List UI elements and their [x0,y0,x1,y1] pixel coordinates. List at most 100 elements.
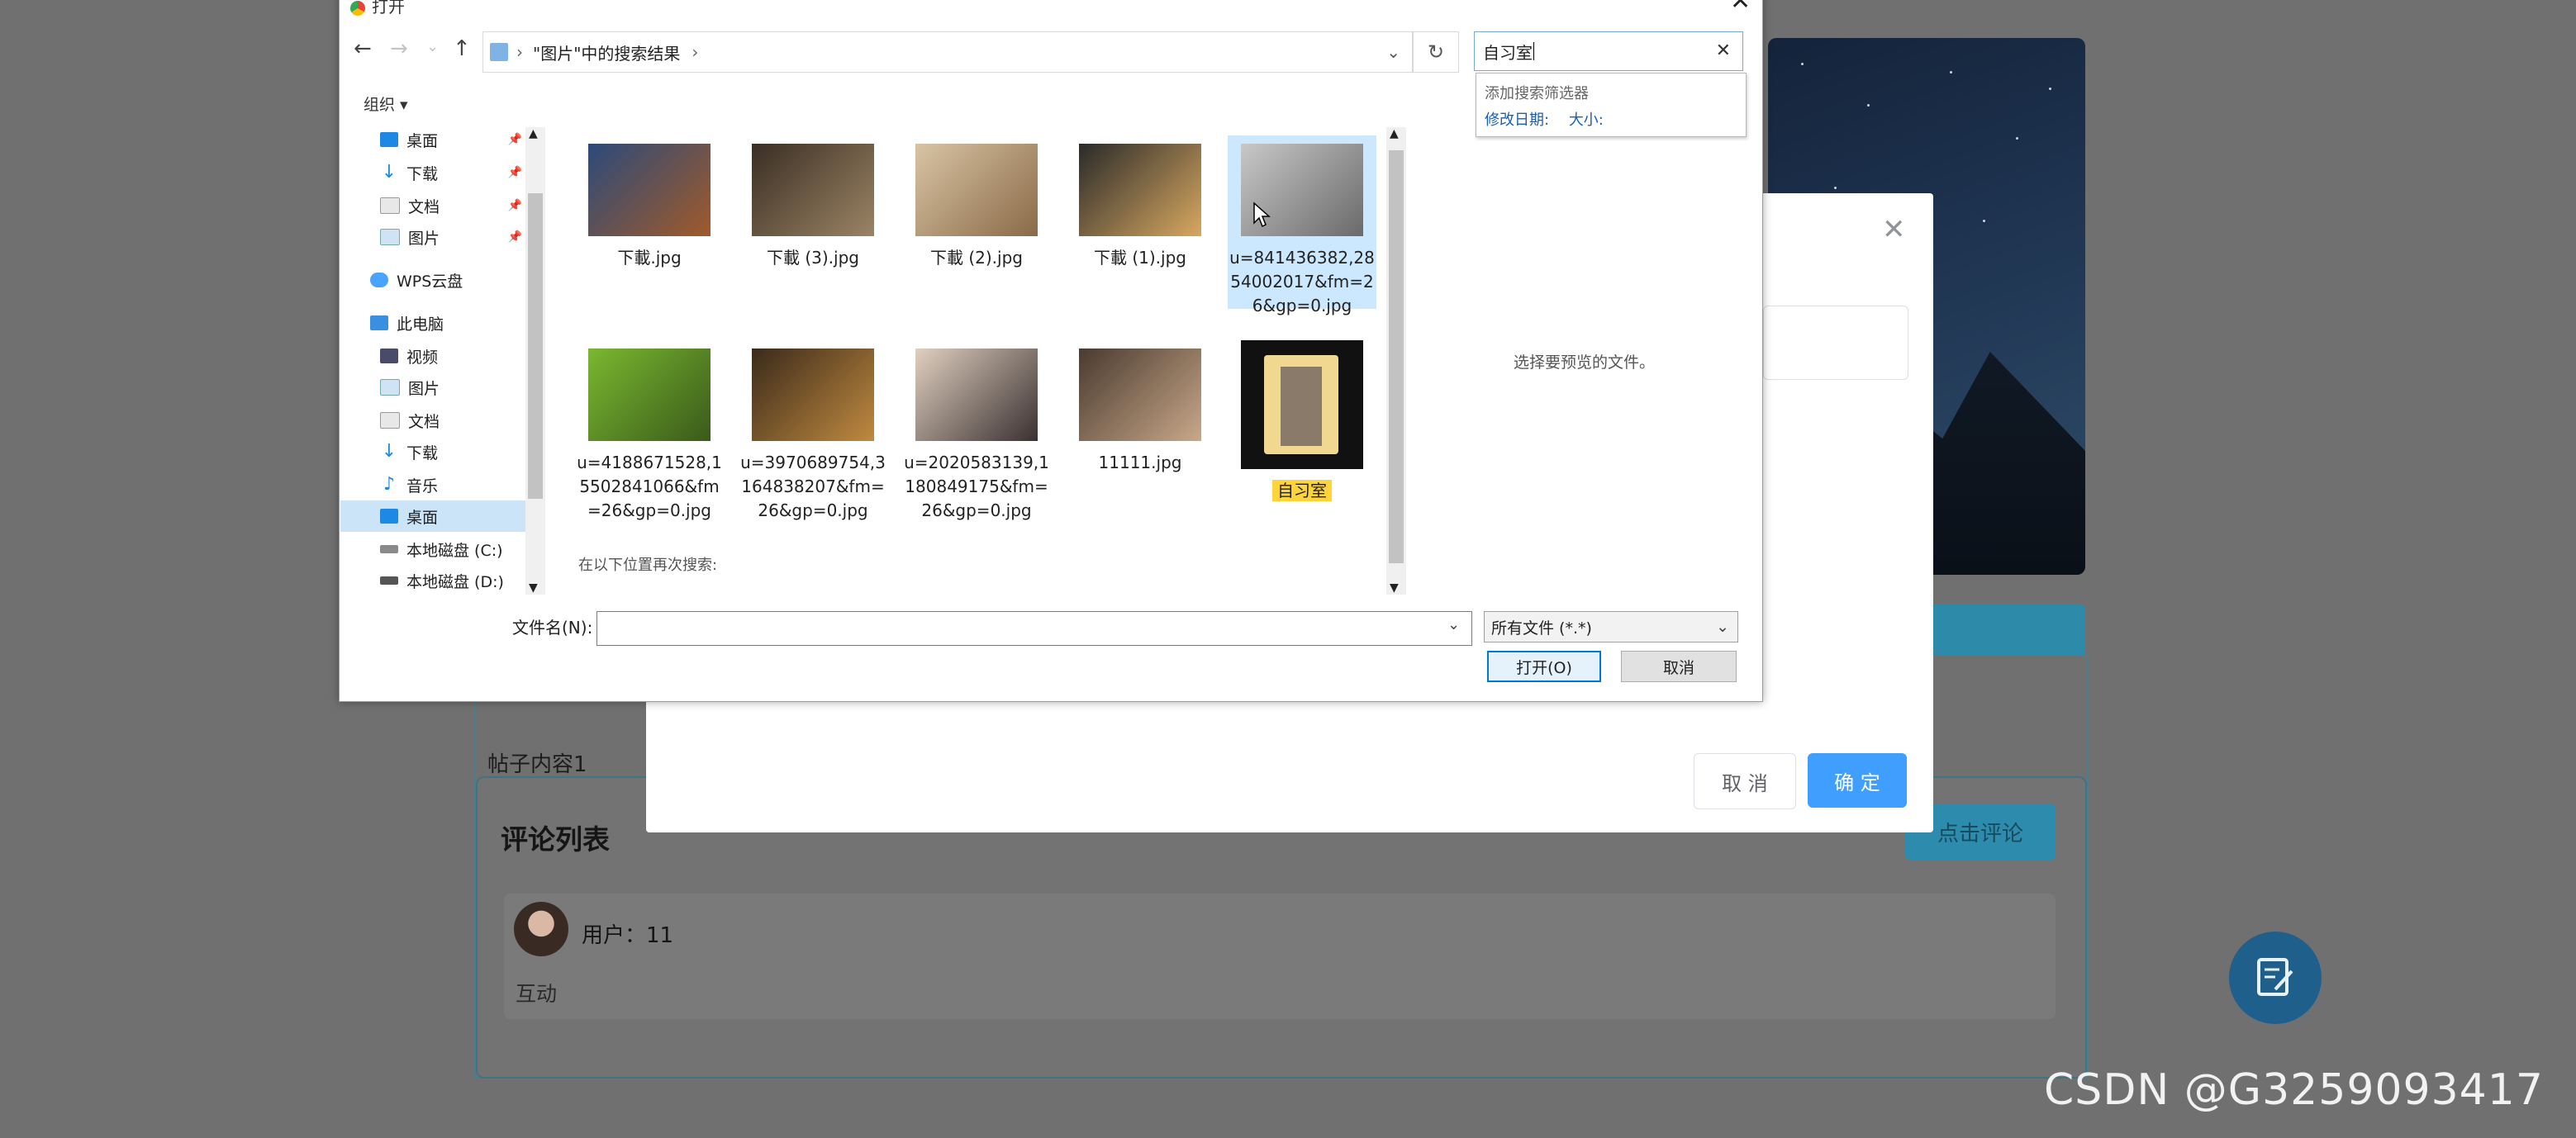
file-item[interactable]: 自习室 [1228,340,1376,535]
mouse-cursor-icon [1253,202,1271,228]
nav-item-downloads-pc[interactable]: ↓ 下载 [340,436,525,467]
nav-label: 本地磁盘 (C:) [406,541,503,560]
dialog-close-icon[interactable]: ✕ [1730,0,1751,16]
image-thumbnail [588,144,711,236]
nav-item-drive-c[interactable]: 本地磁盘 (C:) [340,533,525,565]
forward-arrow-icon[interactable]: → [390,36,408,61]
music-icon: ♪ [383,474,396,495]
filter-size-link[interactable]: 大小: [1569,111,1604,129]
clear-search-icon[interactable]: ✕ [1716,40,1731,61]
preview-placeholder: 选择要预览的文件。 [1514,353,1656,372]
pin-icon: 📌 [507,133,522,146]
search-input[interactable]: 自习室 ✕ [1474,31,1743,71]
image-thumbnail [915,144,1038,236]
file-item[interactable]: 下載 (1).jpg [1066,135,1214,309]
watermark: CSDN @G3259093417 [2044,1065,2544,1115]
file-item[interactable]: u=3970689754,3164838207&fm=26&gp=0.jpg [739,340,887,535]
image-thumbnail [588,349,711,441]
up-arrow-icon[interactable]: ↑ [453,36,471,61]
scroll-up-icon[interactable]: ▲ [529,127,538,140]
image-thumbnail [752,144,874,236]
breadcrumb[interactable]: "图片"中的搜索结果 [533,40,680,64]
nav-scroll-thumb[interactable] [528,193,543,499]
comment-item [504,894,2056,1019]
video-icon [380,349,398,363]
file-scrollbar[interactable]: ▲ ▼ [1386,127,1406,595]
chevron-down-icon[interactable]: ⌄ [426,38,439,55]
open-button[interactable]: 打开(O) [1487,651,1601,682]
modal-cancel-button[interactable]: 取 消 [1694,753,1796,809]
file-item[interactable]: 下載 (3).jpg [739,135,887,309]
file-name: 下載 (2).jpg [930,248,1023,268]
nav-label: WPS云盘 [397,272,463,291]
file-item[interactable]: 11111.jpg [1066,340,1214,535]
cloud-icon [370,273,388,287]
chevron-down-icon[interactable]: ⌄ [1447,616,1460,633]
filetype-select[interactable]: 所有文件 (*.*) ⌄ [1484,611,1738,642]
nav-item-wps-cloud[interactable]: WPS云盘 [340,264,525,296]
close-icon[interactable]: ✕ [1882,213,1906,246]
comment-user: 用户：11 [582,923,674,948]
address-bar[interactable]: › "图片"中的搜索结果 › ⌄ [482,31,1413,73]
scroll-down-icon[interactable]: ▼ [1390,581,1399,595]
file-item[interactable]: u=841436382,2854002017&fm=26&gp=0.jpg [1228,135,1376,315]
modal-confirm-button[interactable]: 确 定 [1808,753,1907,808]
chevron-down-icon[interactable]: ⌄ [1386,42,1400,62]
scroll-down-icon[interactable]: ▼ [529,581,538,595]
search-again-label: 在以下位置再次搜索: [578,557,718,574]
nav-item-desktop-pc[interactable]: 桌面 [340,500,525,532]
nav-item-videos[interactable]: 视频 [340,340,525,372]
breadcrumb-separator-icon: › [692,42,699,62]
nav-item-pictures-pc[interactable]: 图片 [340,372,525,403]
navigation-pane: 桌面 📌 ↓ 下载 📌 文档 📌 图片 📌 WPS云盘 此电脑 视频 图片 文档 ↓ 下载 … [340,124,537,593]
cancel-button[interactable]: 取消 [1621,651,1737,682]
computer-icon [370,315,388,330]
dialog-title: 打开 [350,0,405,17]
avatar [514,902,568,956]
desktop-icon [380,132,398,147]
file-item[interactable]: u=2020583139,1180849175&fm=26&gp=0.jpg [902,340,1051,535]
edit-post-button[interactable] [2229,932,2322,1024]
filter-date-link[interactable]: 修改日期: [1485,111,1549,129]
organize-menu[interactable]: 组织 ▾ [364,92,408,115]
file-item[interactable]: 下載 (2).jpg [902,135,1051,309]
file-item[interactable]: u=4188671528,15502841066&fm=26&gp=0.jpg [575,340,724,535]
nav-label: 文档 [408,412,440,431]
nav-scrollbar[interactable]: ▲ ▼ [525,127,545,595]
file-name: 下載.jpg [617,248,682,268]
download-icon: ↓ [381,162,397,183]
edit-icon [2257,958,2293,996]
back-arrow-icon[interactable]: ← [354,36,372,61]
nav-item-downloads[interactable]: ↓ 下载 📌 [340,157,525,188]
nav-item-this-pc[interactable]: 此电脑 [340,307,525,339]
dialog-title-text: 打开 [372,0,405,17]
file-name: 11111.jpg [1098,453,1182,472]
image-thumbnail [752,349,874,441]
document-icon [380,412,400,429]
nav-label: 此电脑 [397,315,444,334]
drive-icon [380,576,398,585]
nav-label: 下载 [406,443,439,462]
comment-text: 互动 [516,982,558,1006]
nav-item-music[interactable]: ♪ 音乐 [340,469,525,500]
file-item[interactable]: 下載.jpg [575,135,724,309]
refresh-button[interactable]: ↻ [1413,31,1459,73]
file-scroll-thumb[interactable] [1389,150,1404,563]
image-thumbnail [1079,349,1201,441]
nav-item-desktop[interactable]: 桌面 📌 [340,124,525,155]
pin-icon: 📌 [507,166,522,179]
modal-textarea[interactable] [1763,306,1908,380]
desktop-icon [380,509,398,524]
nav-item-documents-pc[interactable]: 文档 [340,405,525,436]
library-icon [490,43,508,61]
drive-icon [380,545,398,553]
scroll-up-icon[interactable]: ▲ [1390,127,1399,140]
document-icon [380,197,400,214]
nav-label: 视频 [406,348,439,367]
filename-input[interactable] [596,611,1472,646]
nav-label: 桌面 [406,508,439,527]
nav-item-documents[interactable]: 文档 📌 [340,190,525,221]
nav-item-drive-d[interactable]: 本地磁盘 (D:) [340,565,525,596]
nav-item-pictures[interactable]: 图片 📌 [340,221,525,253]
nav-label: 桌面 [406,131,439,150]
